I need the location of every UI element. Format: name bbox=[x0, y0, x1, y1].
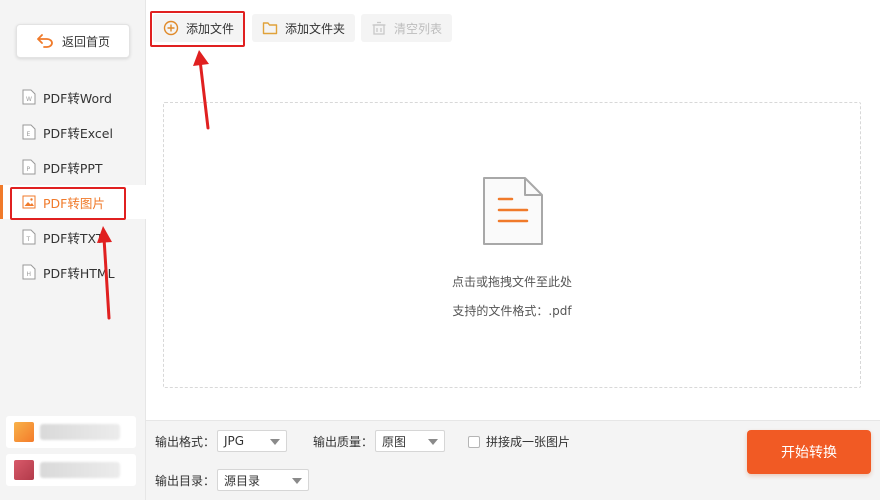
start-convert-button[interactable]: 开始转换 bbox=[747, 430, 871, 474]
output-format-select[interactable]: JPG bbox=[217, 430, 287, 452]
output-quality-value: 原图 bbox=[382, 434, 407, 449]
merge-images-label: 拼接成一张图片 bbox=[486, 435, 571, 449]
promo-blurred-text bbox=[40, 424, 120, 440]
back-home-button[interactable]: 返回首页 bbox=[16, 24, 130, 58]
chevron-down-icon bbox=[292, 478, 302, 484]
drop-hint-text: 点击或拖拽文件至此处 bbox=[451, 275, 572, 289]
file-drop-zone[interactable]: 点击或拖拽文件至此处 支持的文件格式：.pdf bbox=[163, 102, 861, 388]
sidebar-item-pdf-to-ppt[interactable]: P PDF转PPT bbox=[0, 150, 146, 184]
output-directory-value: 源目录 bbox=[224, 473, 261, 488]
excel-file-icon: E bbox=[22, 124, 36, 140]
output-format-value: JPG bbox=[224, 434, 245, 448]
output-directory-select[interactable]: 源目录 bbox=[217, 469, 309, 491]
back-home-label: 返回首页 bbox=[61, 34, 110, 49]
svg-text:T: T bbox=[26, 236, 31, 243]
sidebar-item-pdf-to-excel[interactable]: E PDF转Excel bbox=[0, 115, 146, 149]
sidebar: 返回首页 W PDF转Word E PDF转Excel P PDF转PPT PD… bbox=[0, 0, 146, 500]
output-quality-select[interactable]: 原图 bbox=[375, 430, 445, 452]
html-file-icon: H bbox=[22, 264, 36, 280]
merge-images-checkbox[interactable] bbox=[468, 436, 480, 448]
clear-list-icon bbox=[372, 21, 386, 35]
folder-icon bbox=[262, 22, 278, 35]
promo-logo-icon bbox=[14, 460, 34, 480]
sidebar-item-label: PDF转PPT bbox=[43, 160, 103, 176]
annotation-box-pdf-to-image bbox=[10, 187, 126, 220]
promo-item-1[interactable] bbox=[6, 416, 136, 448]
annotation-box-add-file bbox=[150, 11, 245, 47]
output-directory-label: 输出目录： bbox=[155, 474, 216, 488]
back-arrow-icon bbox=[37, 34, 53, 48]
promo-item-2[interactable] bbox=[6, 454, 136, 486]
sidebar-item-pdf-to-word[interactable]: W PDF转Word bbox=[0, 80, 146, 114]
sidebar-item-label: PDF转HTML bbox=[43, 265, 115, 281]
chevron-down-icon bbox=[428, 439, 438, 445]
txt-file-icon: T bbox=[22, 229, 36, 245]
sidebar-item-pdf-to-txt[interactable]: T PDF转TXT bbox=[0, 220, 146, 254]
add-folder-button[interactable]: 添加文件夹 bbox=[252, 14, 356, 42]
annotation-arrowhead-add-file bbox=[193, 50, 209, 66]
svg-text:P: P bbox=[27, 166, 31, 173]
supported-formats-text: 支持的文件格式：.pdf bbox=[452, 304, 572, 318]
promo-logo-icon bbox=[14, 422, 34, 442]
sidebar-item-label: PDF转Excel bbox=[43, 125, 113, 141]
app-window: 返回首页 W PDF转Word E PDF转Excel P PDF转PPT PD… bbox=[0, 0, 880, 500]
sidebar-item-label: PDF转TXT bbox=[43, 230, 104, 246]
document-icon bbox=[483, 177, 543, 245]
chevron-down-icon bbox=[270, 439, 280, 445]
promo-blurred-text bbox=[40, 462, 120, 478]
add-folder-label: 添加文件夹 bbox=[285, 21, 346, 36]
bottom-settings-bar: 输出格式： JPG 输出质量： 原图 拼接成一张图片 输出目录： 源目录 开始转… bbox=[146, 420, 880, 500]
svg-text:W: W bbox=[26, 96, 32, 103]
sidebar-item-pdf-to-html[interactable]: H PDF转HTML bbox=[0, 255, 146, 289]
output-quality-label: 输出质量： bbox=[313, 435, 374, 449]
sidebar-item-label: PDF转Word bbox=[43, 90, 112, 106]
svg-text:E: E bbox=[27, 131, 31, 138]
output-format-label: 输出格式： bbox=[155, 435, 216, 449]
clear-list-label: 清空列表 bbox=[394, 21, 443, 36]
ppt-file-icon: P bbox=[22, 159, 36, 175]
word-file-icon: W bbox=[22, 89, 36, 105]
svg-text:H: H bbox=[27, 271, 32, 278]
clear-list-button[interactable]: 清空列表 bbox=[361, 14, 453, 42]
